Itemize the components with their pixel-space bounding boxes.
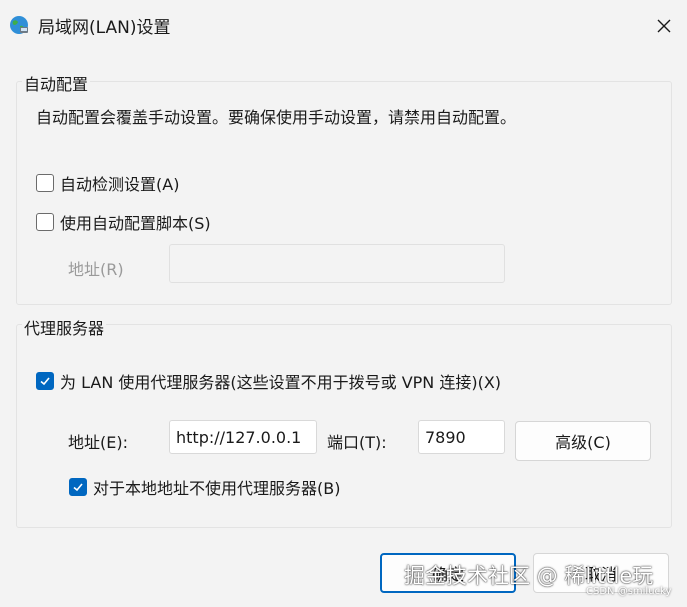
script-address-label: 地址(R) [68,260,124,279]
proxy-port-label: 端口(T): [327,433,387,452]
title-bar: 局域网(LAN)设置 [0,0,687,52]
bypass-local-label: 对于本地地址不使用代理服务器(B) [93,479,341,498]
bypass-local-checkbox[interactable] [69,478,87,496]
auto-detect-checkbox-row[interactable]: 自动检测设置(A) [36,171,179,195]
close-button[interactable] [641,0,687,52]
proxy-group-label: 代理服务器 [22,315,107,339]
use-script-checkbox-row[interactable]: 使用自动配置脚本(S) [36,210,211,234]
use-script-checkbox[interactable] [36,213,54,231]
auto-detect-label: 自动检测设置(A) [60,175,180,194]
auto-config-description: 自动配置会覆盖手动设置。要确保使用手动设置，请禁用自动配置。 [36,108,517,127]
auto-detect-checkbox[interactable] [36,174,54,192]
use-script-label: 使用自动配置脚本(S) [60,214,211,233]
bypass-local-checkbox-row[interactable]: 对于本地地址不使用代理服务器(B) [69,475,340,499]
checkmark-icon [73,483,83,492]
advanced-button[interactable]: 高级(C) [515,421,651,461]
checkmark-icon [40,377,50,386]
script-address-input[interactable] [169,244,505,283]
use-proxy-label: 为 LAN 使用代理服务器(这些设置不用于拨号或 VPN 连接)(X) [60,373,502,392]
auto-config-group-label: 自动配置 [22,71,91,95]
globe-network-icon [10,16,28,34]
proxy-address-label: 地址(E): [68,433,128,452]
use-proxy-checkbox[interactable] [36,372,54,390]
proxy-port-input[interactable]: 7890 [418,420,505,454]
use-proxy-checkbox-row[interactable]: 为 LAN 使用代理服务器(这些设置不用于拨号或 VPN 连接)(X) [36,369,501,393]
proxy-address-input[interactable]: http://127.0.0.1 [169,420,317,454]
close-icon [657,19,671,33]
watermark-subtext: CSDN @smilucky [586,586,672,597]
window-title: 局域网(LAN)设置 [38,18,171,38]
